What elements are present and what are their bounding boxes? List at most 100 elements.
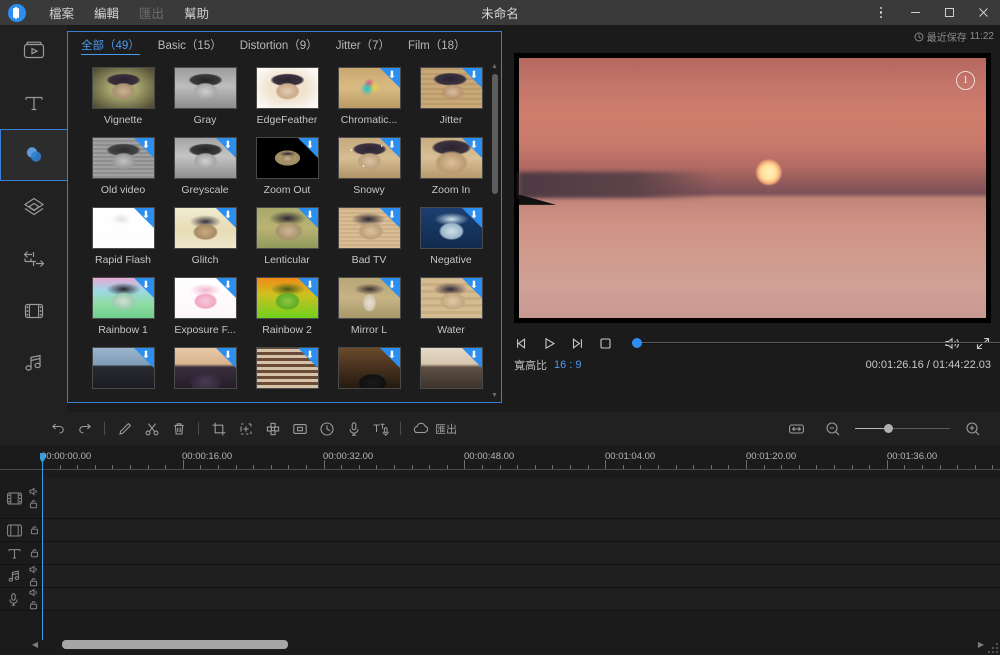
edit-button[interactable] <box>111 412 138 445</box>
effect-item[interactable]: ⬇ <box>82 347 164 394</box>
effect-item[interactable]: EdgeFeather <box>246 67 328 126</box>
effect-item[interactable]: Vignette <box>82 67 164 126</box>
effect-item[interactable]: ⬇Greyscale <box>164 137 246 196</box>
seek-handle[interactable] <box>632 338 642 348</box>
tab-jitter[interactable]: Jitter（7） <box>336 37 390 54</box>
effect-item[interactable]: Gray <box>164 67 246 126</box>
scroll-right-icon[interactable]: ▶ <box>974 640 988 649</box>
text-track[interactable] <box>0 542 1000 565</box>
effect-thumbnail[interactable]: ⬇ <box>338 137 401 179</box>
effect-thumbnail[interactable]: ⬇ <box>420 277 483 319</box>
effect-thumbnail[interactable]: ⬇ <box>174 137 237 179</box>
playhead[interactable] <box>42 455 43 640</box>
tab-basic[interactable]: Basic（15） <box>158 37 222 54</box>
effect-thumbnail[interactable]: ⬇ <box>92 347 155 389</box>
effect-thumbnail[interactable]: ⬇ <box>420 207 483 249</box>
preview-seek-slider[interactable] <box>632 336 925 350</box>
download-icon[interactable]: ⬇ <box>469 350 480 361</box>
effect-item[interactable]: ⬇Mirror L <box>328 277 410 336</box>
effect-item[interactable]: ⬇Negative <box>410 207 492 266</box>
crop-button[interactable] <box>205 412 232 445</box>
effect-thumbnail[interactable]: ⬇ <box>338 67 401 109</box>
sidebar-item-transitions[interactable] <box>0 233 67 285</box>
download-icon[interactable]: ⬇ <box>141 140 152 151</box>
effect-item[interactable]: ⬇ <box>410 347 492 394</box>
effect-item[interactable]: ⬇Rapid Flash <box>82 207 164 266</box>
split-screen-button[interactable] <box>259 412 286 445</box>
effect-item[interactable]: ⬇Exposure F... <box>164 277 246 336</box>
effects-scrollbar[interactable]: ▲ ▼ <box>489 61 500 401</box>
effect-thumbnail[interactable] <box>256 67 319 109</box>
video-track[interactable] <box>0 478 1000 519</box>
voiceover-track-body[interactable] <box>43 588 1000 610</box>
effect-item[interactable]: ⬇ <box>328 347 410 394</box>
zoom-in-button[interactable] <box>959 412 986 445</box>
mute-toggle-icon[interactable] <box>29 565 39 574</box>
hscroll-thumb[interactable] <box>62 640 288 649</box>
close-button[interactable] <box>966 0 1000 25</box>
effect-thumbnail[interactable]: ⬇ <box>420 67 483 109</box>
timeline-zoom-slider[interactable] <box>855 423 950 435</box>
scrollbar-thumb[interactable] <box>492 74 498 194</box>
tab-all[interactable]: 全部（49） <box>81 37 140 55</box>
mute-toggle-icon[interactable] <box>29 487 39 496</box>
more-options-button[interactable] <box>864 0 898 25</box>
video-track-body[interactable] <box>43 478 1000 518</box>
effect-item[interactable]: ⬇Bad TV <box>328 207 410 266</box>
text-track-body[interactable] <box>43 542 1000 564</box>
minimize-button[interactable] <box>898 0 932 25</box>
mute-toggle-icon[interactable] <box>29 588 39 597</box>
download-icon[interactable]: ⬇ <box>469 210 480 221</box>
download-icon[interactable]: ⬇ <box>223 350 234 361</box>
effect-item[interactable]: ⬇Old video <box>82 137 164 196</box>
effect-item[interactable]: ⬇ <box>164 347 246 394</box>
effect-thumbnail[interactable]: ⬇ <box>256 207 319 249</box>
timeline-ruler[interactable]: 00:00:00.0000:00:16.0000:00:32.0000:00:4… <box>0 445 1000 478</box>
effect-thumbnail[interactable]: ⬇ <box>174 207 237 249</box>
add-keyframe-button[interactable] <box>232 412 259 445</box>
export-label[interactable]: 匯出 <box>435 421 457 437</box>
timeline-empty-area[interactable] <box>0 611 1000 633</box>
effect-thumbnail[interactable]: ⬇ <box>256 137 319 179</box>
play-button[interactable] <box>542 336 557 351</box>
menu-file[interactable]: 檔案 <box>40 0 83 25</box>
sidebar-item-effects[interactable] <box>0 129 67 181</box>
download-icon[interactable]: ⬇ <box>141 210 152 221</box>
effect-item[interactable]: ⬇Jitter <box>410 67 492 126</box>
cut-button[interactable] <box>138 412 165 445</box>
effect-item[interactable]: ⬇ <box>246 347 328 394</box>
scroll-up-icon[interactable]: ▲ <box>489 61 500 72</box>
hscroll-track[interactable] <box>44 640 972 649</box>
lock-toggle-icon[interactable] <box>29 577 38 587</box>
music-track[interactable] <box>0 565 1000 588</box>
tab-film[interactable]: Film（18） <box>408 37 466 54</box>
download-icon[interactable]: ⬇ <box>305 210 316 221</box>
effect-item[interactable]: ⬇Water <box>410 277 492 336</box>
effect-thumbnail[interactable]: ⬇ <box>420 347 483 389</box>
music-track-body[interactable] <box>43 565 1000 587</box>
download-icon[interactable]: ⬇ <box>469 140 480 151</box>
lock-toggle-icon[interactable] <box>29 499 38 509</box>
effect-thumbnail[interactable]: ⬇ <box>338 207 401 249</box>
record-button[interactable] <box>340 412 367 445</box>
effect-item[interactable]: ⬇Lenticular <box>246 207 328 266</box>
overlay-track[interactable] <box>0 519 1000 542</box>
download-icon[interactable]: ⬇ <box>387 140 398 151</box>
effect-item[interactable]: ⬇Glitch <box>164 207 246 266</box>
text-to-speech-button[interactable] <box>367 412 394 445</box>
prev-frame-button[interactable] <box>514 336 529 351</box>
sidebar-item-elements[interactable] <box>0 285 67 337</box>
cloud-export-button[interactable] <box>407 412 434 445</box>
stop-button[interactable] <box>598 336 613 351</box>
download-icon[interactable]: ⬇ <box>141 280 152 291</box>
lock-toggle-icon[interactable] <box>30 525 39 535</box>
effect-thumbnail[interactable]: ⬇ <box>92 277 155 319</box>
menu-export[interactable]: 匯出 <box>130 0 173 25</box>
download-icon[interactable]: ⬇ <box>223 140 234 151</box>
delete-button[interactable] <box>165 412 192 445</box>
effect-thumbnail[interactable] <box>174 67 237 109</box>
effects-grid-scroll-area[interactable]: VignetteGrayEdgeFeather⬇Chromatic...⬇Jit… <box>68 61 501 402</box>
menu-edit[interactable]: 編輯 <box>85 0 128 25</box>
download-icon[interactable]: ⬇ <box>223 280 234 291</box>
download-icon[interactable]: ⬇ <box>387 70 398 81</box>
